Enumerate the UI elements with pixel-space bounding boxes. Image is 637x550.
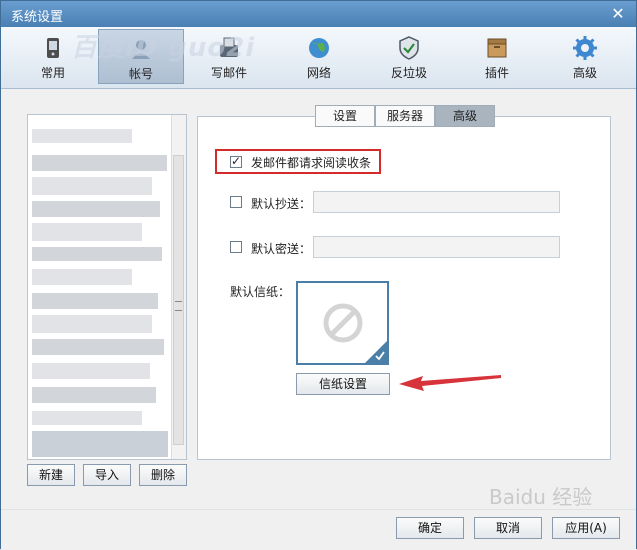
- toolbar-item-common[interactable]: 常用: [10, 29, 96, 84]
- import-account-button[interactable]: 导入: [83, 464, 131, 486]
- settings-toolbar: 常用 帐号 写邮件 网络 反垃圾 插件 高级: [1, 27, 636, 89]
- default-cc-label: 默认抄送：: [251, 197, 312, 211]
- settings-window: 系统设置 ✕ 常用 帐号 写邮件 网络 反垃圾 插件 高级 百度ID guo2i…: [0, 0, 637, 550]
- toolbar-label: 网络: [306, 66, 331, 80]
- blurred-account-row: [32, 155, 167, 171]
- close-icon[interactable]: ✕: [608, 4, 628, 24]
- blurred-account-row: [32, 363, 150, 379]
- toolbar-item-compose[interactable]: 写邮件: [186, 29, 272, 84]
- ok-button[interactable]: 确定: [396, 517, 464, 539]
- delete-account-button[interactable]: 删除: [139, 464, 187, 486]
- scrollbar-thumb[interactable]: [173, 155, 184, 445]
- globe-icon: [309, 38, 329, 58]
- gear-icon: [573, 36, 597, 60]
- blurred-account-row: [32, 431, 168, 457]
- blurred-account-row: [32, 269, 132, 285]
- read-receipt-label: 发邮件都请求阅读收条: [251, 156, 372, 170]
- stationery-label: 默认信纸：: [230, 285, 291, 299]
- plugin-icon: [487, 38, 507, 58]
- toolbar-item-network[interactable]: 网络: [276, 29, 362, 84]
- default-cc-field[interactable]: [313, 191, 560, 213]
- account-list-scrollbar[interactable]: [171, 115, 186, 459]
- toolbar-label: 帐号: [128, 67, 153, 81]
- apply-button[interactable]: 应用(A): [552, 517, 620, 539]
- no-stationery-icon: [323, 303, 387, 363]
- shield-icon: [399, 36, 419, 60]
- tab-server[interactable]: 服务器: [375, 105, 435, 127]
- blurred-account-row: [32, 177, 152, 195]
- red-arrow-icon: [399, 375, 501, 391]
- account-icon: [132, 40, 150, 59]
- scrollbar-grip-icon: [175, 301, 182, 311]
- compose-icon: [220, 37, 238, 57]
- new-account-button[interactable]: 新建: [27, 464, 75, 486]
- blurred-account-row: [32, 247, 162, 261]
- account-list[interactable]: [27, 114, 187, 460]
- title-bar: 系统设置 ✕: [1, 1, 636, 27]
- toolbar-item-advanced[interactable]: 高级: [542, 29, 628, 84]
- stationery-preview[interactable]: [296, 281, 389, 365]
- toolbar-label: 写邮件: [210, 66, 247, 80]
- toolbar-label: 高级: [572, 66, 597, 80]
- stationery-settings-button[interactable]: 信纸设置: [296, 373, 390, 395]
- default-cc-checkbox[interactable]: [230, 196, 242, 208]
- read-receipt-checkbox[interactable]: [230, 154, 242, 168]
- toolbar-item-plugins[interactable]: 插件: [454, 29, 540, 84]
- blurred-account-row: [32, 387, 156, 403]
- blurred-account-row: [32, 411, 142, 425]
- window-title: 系统设置: [11, 10, 64, 25]
- toolbar-label: 常用: [40, 66, 65, 80]
- default-bcc-checkbox[interactable]: [230, 241, 242, 253]
- default-bcc-field[interactable]: [313, 236, 560, 258]
- blurred-account-row: [32, 339, 164, 355]
- toolbar-label: 插件: [484, 66, 509, 80]
- default-bcc-label: 默认密送：: [251, 242, 312, 256]
- tab-advanced[interactable]: 高级: [435, 105, 495, 127]
- blurred-account-row: [32, 315, 152, 333]
- toolbar-item-antispam[interactable]: 反垃圾: [366, 29, 452, 84]
- blurred-account-row: [32, 223, 142, 241]
- blurred-account-row: [32, 129, 132, 143]
- cancel-button[interactable]: 取消: [474, 517, 542, 539]
- toolbar-item-account[interactable]: 帐号: [98, 29, 184, 84]
- baidu-watermark-logo: Baidu 经验: [489, 485, 593, 509]
- toolbar-label: 反垃圾: [390, 66, 427, 80]
- blurred-account-row: [32, 201, 160, 217]
- blurred-account-row: [32, 293, 158, 309]
- tab-settings[interactable]: 设置: [315, 105, 375, 127]
- phone-icon: [47, 38, 59, 58]
